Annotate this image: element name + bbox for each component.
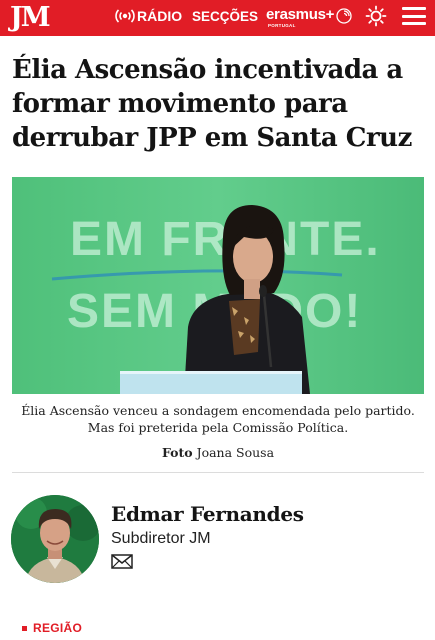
photo-credit: Foto Joana Sousa xyxy=(12,445,424,460)
radio-link[interactable]: RÁDIO xyxy=(114,8,182,24)
author-portrait xyxy=(11,495,99,583)
photo-illustration: EM FRENTE. SEM MEDO! xyxy=(12,177,424,394)
author-name[interactable]: Edmar Fernandes xyxy=(111,502,304,526)
section-divider xyxy=(12,472,424,473)
author-role: Subdiretor JM xyxy=(111,530,211,547)
section-tag[interactable]: REGIÃO xyxy=(22,621,82,635)
photo-credit-label: Foto xyxy=(161,445,193,460)
photo-caption: Élia Ascensão venceu a sondagem encomend… xyxy=(21,403,415,435)
partner-subtitle: PORTUGAL xyxy=(268,23,296,28)
author-avatar[interactable] xyxy=(11,495,99,583)
photo-credit-name: Joana Sousa xyxy=(196,445,275,460)
article-photo[interactable]: EM FRENTE. SEM MEDO! xyxy=(12,177,424,394)
site-logo[interactable]: JM xyxy=(10,3,51,33)
hamburger-menu-icon[interactable] xyxy=(402,7,426,27)
sun-icon[interactable] xyxy=(365,5,387,27)
article-headline: Élia Ascensão incentivada a formar movim… xyxy=(12,55,412,153)
sections-link[interactable]: SECÇÕES xyxy=(192,9,258,24)
erasmus-swirl-icon xyxy=(336,8,352,24)
partner-name: erasmus+ xyxy=(266,6,335,23)
mail-icon[interactable] xyxy=(111,554,133,569)
top-navigation-bar: JM RÁDIO SECÇÕES erasmus+ PORTUGAL xyxy=(0,0,435,36)
section-tag-marker xyxy=(22,625,27,631)
radio-broadcast-icon xyxy=(115,9,135,23)
erasmus-partner-logo[interactable]: erasmus+ PORTUGAL xyxy=(266,6,352,28)
section-tag-label: REGIÃO xyxy=(33,621,83,635)
radio-label: RÁDIO xyxy=(137,8,183,24)
